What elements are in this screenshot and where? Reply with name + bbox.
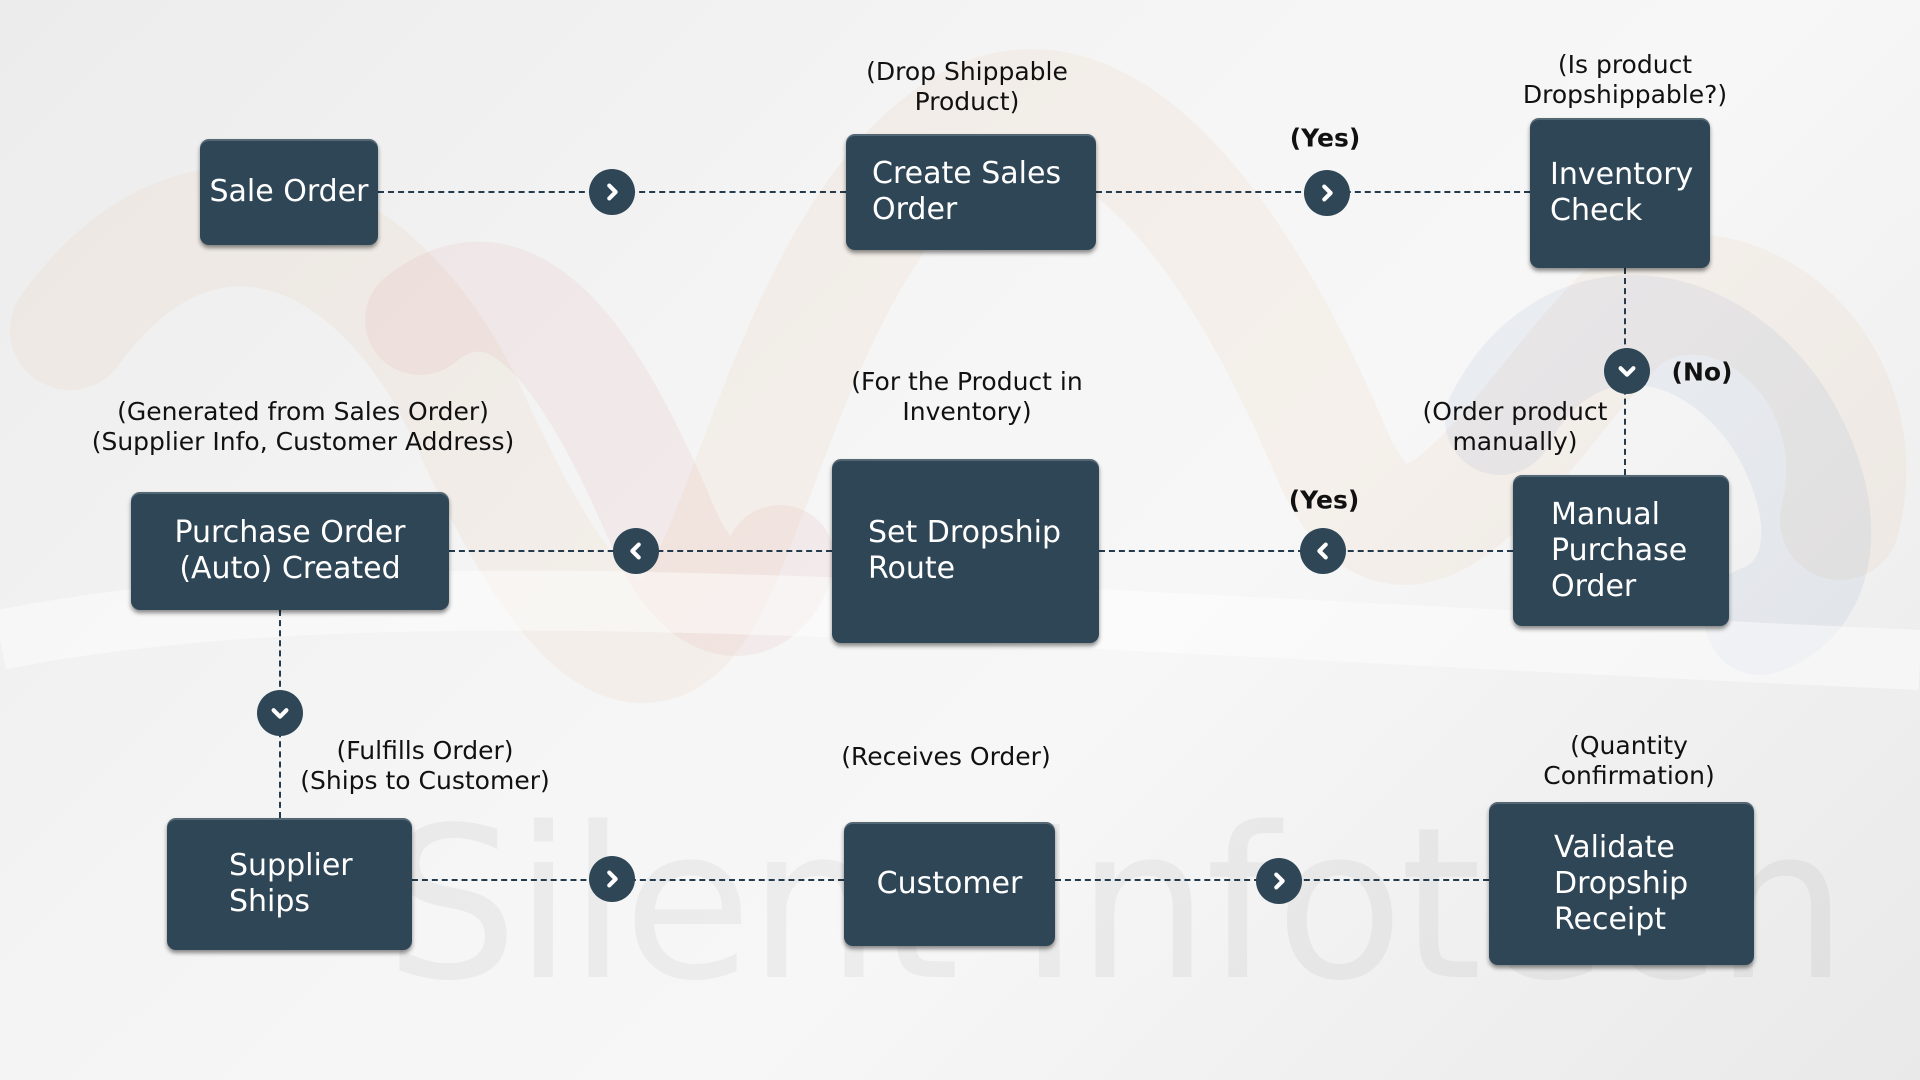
chevron-left-icon <box>630 542 641 560</box>
node-label: Set Dropship Route <box>868 515 1061 586</box>
node-label: Validate Dropship Receipt <box>1554 829 1689 937</box>
node-label: Supplier Ships <box>229 848 353 919</box>
arrow-down-1 <box>1604 348 1650 394</box>
arrow-left-1 <box>1300 528 1346 574</box>
arrow-right-4 <box>1256 858 1302 904</box>
node-label: Purchase Order (Auto) Created <box>174 515 406 586</box>
node-label: Sale Order <box>209 174 369 209</box>
node-validate-dropship-receipt: Validate Dropship Receipt <box>1489 802 1754 965</box>
node-label: Customer <box>876 866 1023 901</box>
node-manual-purchase-order: Manual Purchase Order <box>1513 475 1729 626</box>
node-sale-order: Sale Order <box>200 139 378 245</box>
tag-yes-middle: (Yes) <box>1288 485 1360 515</box>
chevron-right-icon <box>607 183 618 201</box>
note-for-product-inventory: (For the Product in Inventory) <box>851 367 1083 426</box>
chevron-right-icon <box>1322 184 1333 202</box>
chevron-down-icon <box>1618 366 1636 377</box>
chevron-left-icon <box>1317 542 1328 560</box>
chevron-right-icon <box>1274 872 1285 890</box>
node-label: Inventory Check <box>1550 157 1694 228</box>
note-order-manually: (Order product manually) <box>1422 397 1608 456</box>
node-create-sales-order: Create Sales Order <box>846 134 1096 250</box>
arrow-right-2 <box>1304 170 1350 216</box>
node-purchase-order-auto: Purchase Order (Auto) Created <box>131 492 449 610</box>
note-quantity-confirmation: (Quantity Confirmation) <box>1543 731 1715 790</box>
arrow-right-1 <box>589 169 635 215</box>
note-fulfills: (Fulfills Order) (Ships to Customer) <box>300 736 550 795</box>
arrow-right-3 <box>589 856 635 902</box>
node-set-dropship-route: Set Dropship Route <box>832 459 1099 643</box>
note-receives: (Receives Order) <box>841 742 1051 771</box>
chevron-right-icon <box>607 870 618 888</box>
tag-no: (No) <box>1671 357 1733 387</box>
node-supplier-ships: Supplier Ships <box>167 818 412 950</box>
node-label: Manual Purchase Order <box>1551 496 1688 604</box>
note-generated-from: (Generated from Sales Order) (Supplier I… <box>91 397 515 456</box>
arrow-left-2 <box>613 528 659 574</box>
node-label: Create Sales Order <box>872 156 1062 227</box>
chevron-down-icon <box>271 708 289 719</box>
tag-yes-top: (Yes) <box>1289 123 1361 153</box>
node-inventory-check: Inventory Check <box>1530 118 1710 268</box>
note-drop-shippable: (Drop Shippable Product) <box>866 57 1068 116</box>
node-customer: Customer <box>844 822 1055 946</box>
arrow-down-2 <box>257 690 303 736</box>
note-is-dropshippable: (Is product Dropshippable?) <box>1522 50 1728 109</box>
